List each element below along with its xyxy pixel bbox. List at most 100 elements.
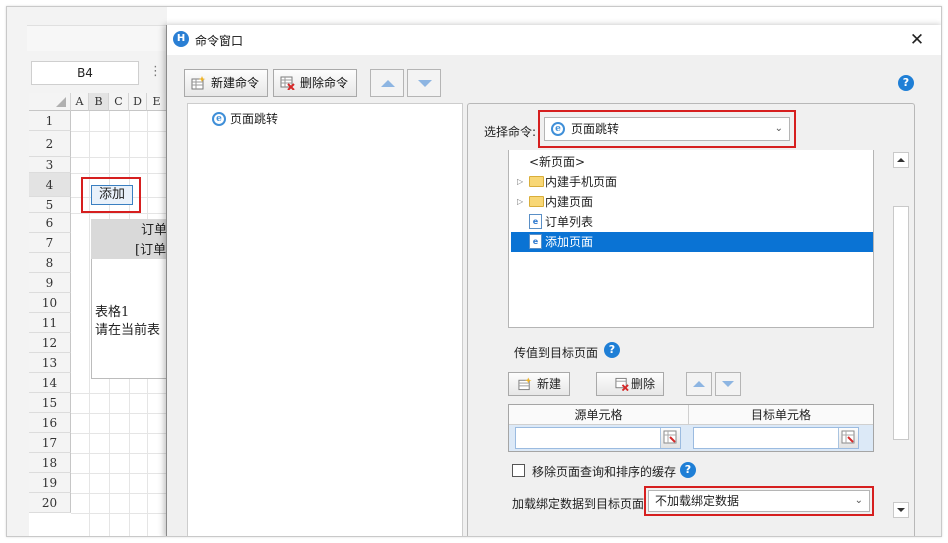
row-header[interactable]: 3	[29, 157, 71, 173]
help-icon[interactable]: ?	[604, 342, 620, 358]
row-header[interactable]: 4	[29, 173, 71, 197]
row-header[interactable]: 2	[29, 131, 71, 157]
mapping-down-button[interactable]	[715, 372, 741, 396]
grid-line	[71, 213, 167, 214]
more-icon[interactable]: ⋮	[149, 64, 162, 79]
row-header[interactable]: 16	[29, 413, 71, 433]
row-header[interactable]: 13	[29, 353, 71, 373]
ie-icon: e	[551, 122, 565, 136]
arrow-down-icon	[722, 381, 734, 387]
tree-item-folder[interactable]: ▷ 内建页面	[517, 192, 857, 212]
command-detail-panel: 选择命令: e 页面跳转 ⌄ <新页面> ▷ 内建手机页面 ▷ 内建页面 e 订…	[467, 103, 915, 536]
command-list[interactable]: e 页面跳转	[187, 103, 463, 536]
table-hint: 请在当前表	[95, 323, 161, 338]
table-field-text: [订单	[135, 243, 167, 258]
load-bound-value: 不加载绑定数据	[655, 494, 740, 508]
column-header[interactable]: C	[109, 93, 129, 111]
chevron-down-icon: ⌄	[854, 495, 863, 506]
column-header[interactable]: B	[89, 93, 109, 111]
select-command-label: 选择命令:	[484, 125, 537, 139]
move-up-button[interactable]	[370, 69, 404, 97]
row-header[interactable]: 18	[29, 453, 71, 473]
tree-item-new-page[interactable]: <新页面>	[529, 152, 585, 172]
tree-item-label: 订单列表	[545, 215, 594, 229]
cell-picker-button[interactable]	[838, 428, 858, 448]
grid-line	[71, 393, 167, 394]
load-bound-dropdown[interactable]: 不加载绑定数据 ⌄	[648, 490, 870, 512]
help-icon[interactable]: ?	[680, 462, 696, 478]
screenshot-frame: B4 ⋮ A B C D E 1 2 3 4 5 6 7 8 9 10 11 1…	[6, 6, 942, 537]
row-header[interactable]: 14	[29, 373, 71, 393]
close-button[interactable]: ✕	[905, 29, 929, 51]
tree-item-label: 内建手机页面	[545, 175, 618, 189]
folder-icon	[529, 196, 544, 207]
target-cell-header: 目标单元格	[689, 405, 873, 425]
clear-cache-checkbox[interactable]	[512, 464, 525, 477]
row-header[interactable]: 17	[29, 433, 71, 453]
arrow-up-icon	[693, 381, 705, 387]
target-page-tree[interactable]: <新页面> ▷ 内建手机页面 ▷ 内建页面 e 订单列表 e 添加页面	[508, 150, 874, 328]
row-header[interactable]: 11	[29, 313, 71, 333]
delete-mapping-button[interactable]: 删除	[596, 372, 665, 396]
table-name: 表格1	[95, 305, 130, 320]
row-header[interactable]: 5	[29, 197, 71, 213]
row-header[interactable]: 12	[29, 333, 71, 353]
expand-icon[interactable]: ▷	[517, 192, 523, 212]
tree-item-page[interactable]: e 订单列表	[529, 212, 849, 232]
select-command-dropdown[interactable]: e 页面跳转 ⌄	[544, 117, 790, 141]
row-header[interactable]: 20	[29, 493, 71, 513]
grid-line	[71, 157, 167, 158]
column-header[interactable]: A	[71, 93, 89, 111]
cell-picker-icon	[841, 430, 855, 444]
clear-cache-label: 移除页面查询和排序的缓存	[532, 465, 677, 479]
cell-picker-button[interactable]	[660, 428, 680, 448]
row-header[interactable]: 8	[29, 253, 71, 273]
grid-line	[71, 513, 167, 514]
grid-line	[71, 131, 167, 132]
column-header[interactable]: D	[129, 93, 147, 111]
tree-item-label: 添加页面	[545, 235, 594, 249]
help-icon[interactable]: ?	[898, 75, 914, 91]
grid-line	[71, 413, 167, 414]
row-header[interactable]: 1	[29, 111, 71, 131]
grid-line	[71, 433, 167, 434]
grid-line	[71, 173, 167, 174]
vertical-scrollbar[interactable]	[892, 152, 910, 520]
select-all-corner[interactable]	[29, 93, 71, 111]
column-header[interactable]: E	[147, 93, 167, 111]
tree-item-page-selected[interactable]: e 添加页面	[511, 232, 873, 252]
mapping-up-button[interactable]	[686, 372, 712, 396]
mapping-table: 源单元格 目标单元格	[508, 404, 874, 452]
new-icon	[518, 377, 532, 391]
command-item-label: 页面跳转	[230, 112, 279, 126]
command-dialog: H 命令窗口 ✕ 新建命令 删除命令 ? e 页面跳转 选择命令: e 页面跳转…	[166, 25, 941, 536]
new-command-button[interactable]: 新建命令	[184, 69, 269, 97]
new-command-label: 新建命令	[211, 76, 260, 90]
delete-command-button[interactable]: 删除命令	[273, 69, 358, 97]
select-command-value: 页面跳转	[571, 122, 620, 136]
folder-icon	[529, 176, 544, 187]
scroll-up-button[interactable]	[893, 152, 909, 168]
target-cell-input[interactable]	[693, 427, 859, 449]
row-header[interactable]: 10	[29, 293, 71, 313]
row-header[interactable]: 6	[29, 213, 71, 233]
source-cell-header: 源单元格	[509, 405, 689, 425]
tree-item-folder[interactable]: ▷ 内建手机页面	[517, 172, 857, 192]
dialog-title: 命令窗口	[195, 34, 244, 48]
new-mapping-button[interactable]: 新建	[508, 372, 571, 396]
table-header-text: 订单	[141, 223, 168, 238]
cell-reference-box[interactable]: B4	[31, 61, 139, 85]
row-header[interactable]: 7	[29, 233, 71, 253]
expand-icon[interactable]: ▷	[517, 172, 523, 192]
row-header[interactable]: 9	[29, 273, 71, 293]
formula-bar-area	[27, 25, 167, 51]
command-item-page-jump[interactable]: e 页面跳转	[210, 110, 278, 128]
row-header[interactable]: 19	[29, 473, 71, 493]
scroll-down-button[interactable]	[893, 502, 909, 518]
row-header[interactable]: 15	[29, 393, 71, 413]
move-down-button[interactable]	[407, 69, 441, 97]
spreadsheet: B4 ⋮ A B C D E 1 2 3 4 5 6 7 8 9 10 11 1…	[7, 7, 168, 536]
scroll-thumb[interactable]	[893, 206, 909, 440]
source-cell-input[interactable]	[515, 427, 681, 449]
new-command-icon	[191, 76, 206, 90]
